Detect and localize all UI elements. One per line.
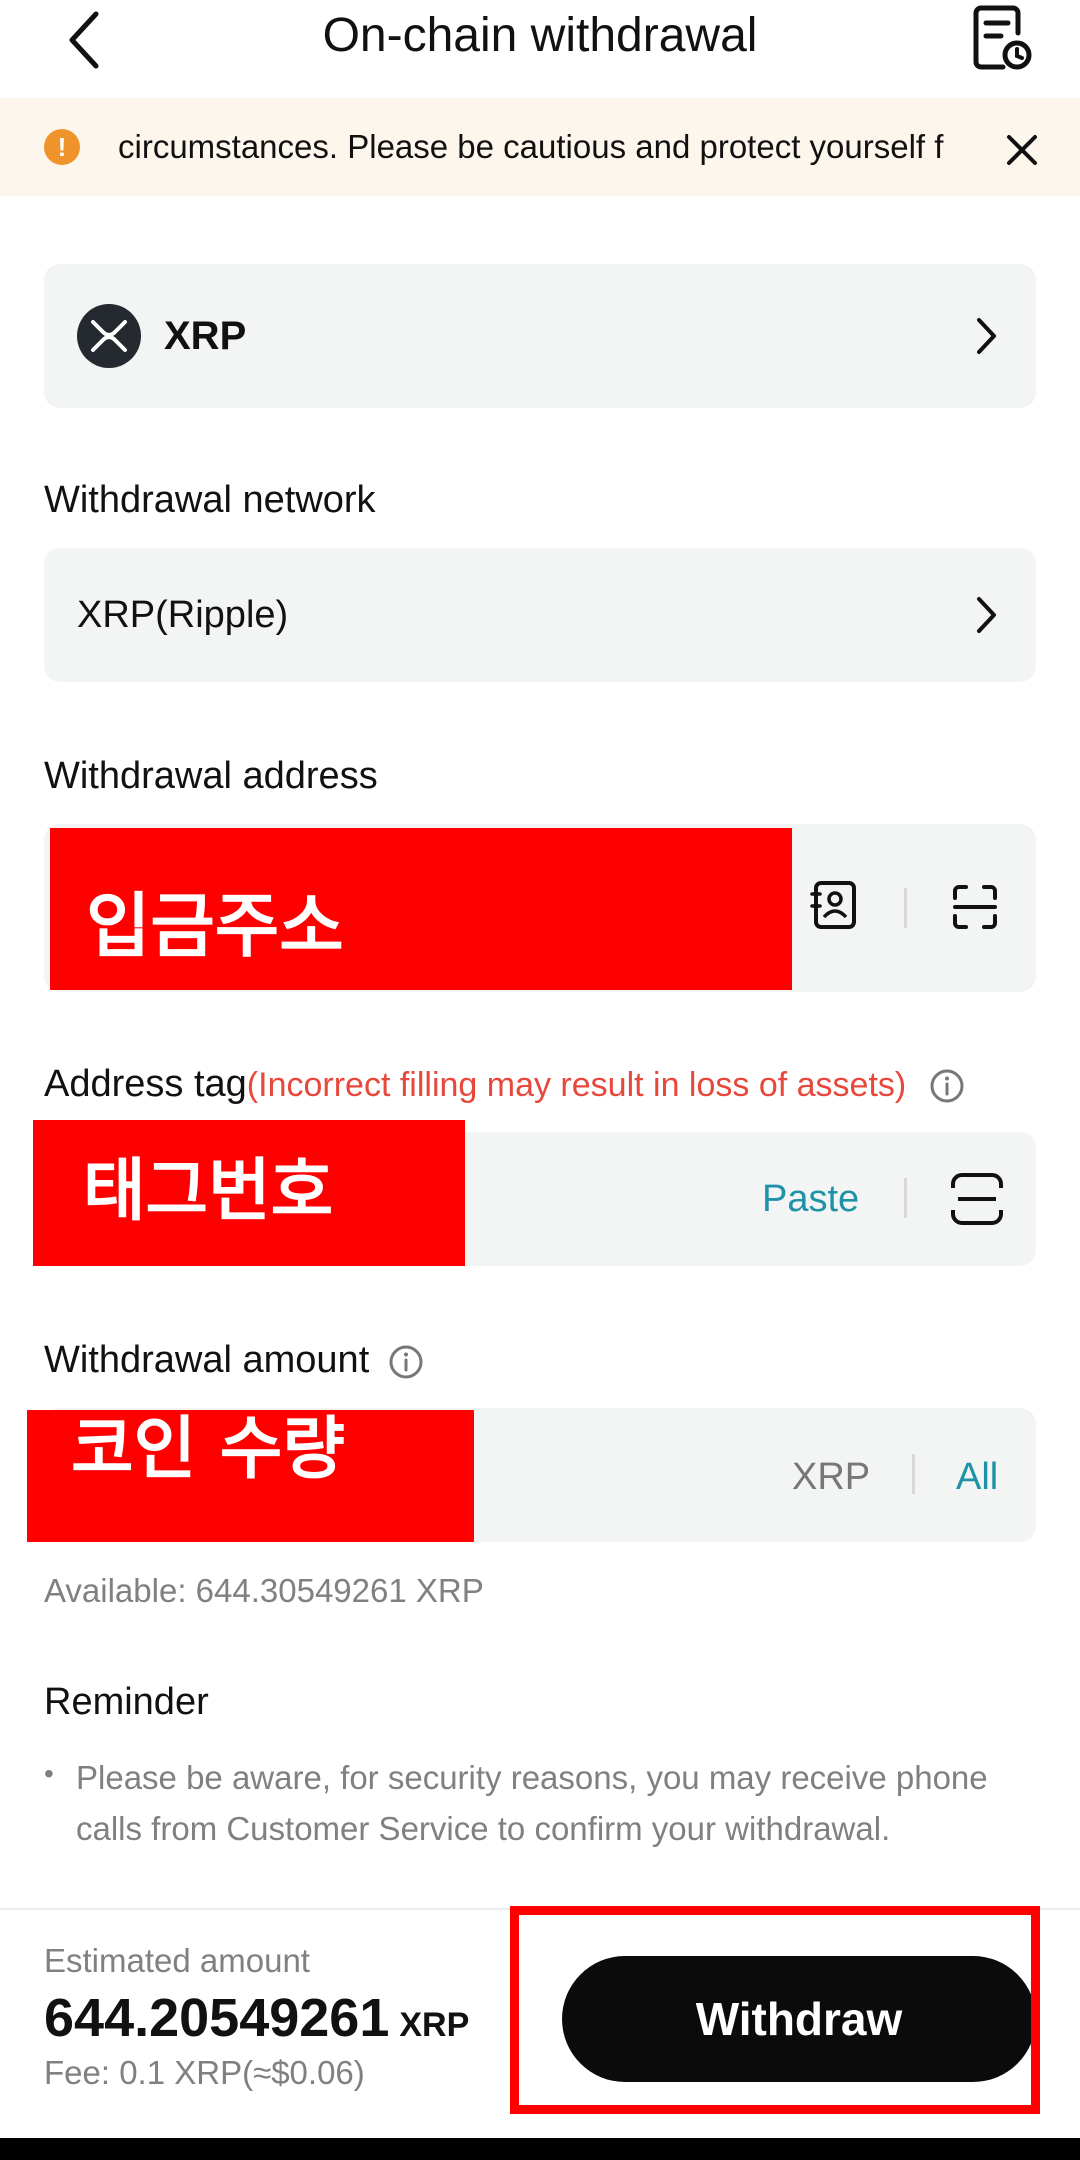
amount-overlay-text: 코인 수량	[71, 1410, 345, 1489]
tag-overlay-text: 태그번호	[83, 1152, 334, 1231]
network-value: XRP(Ripple)	[77, 594, 289, 636]
address-book-icon	[810, 881, 856, 929]
reminder-title: Reminder	[44, 1681, 209, 1723]
address-redaction-overlay: 입금주소	[50, 828, 792, 990]
estimated-amount-value: 644.20549261	[44, 1988, 390, 2048]
coin-selector[interactable]: XRP	[44, 264, 1036, 408]
fee-text: Fee: 0.1 XRP(≈$0.06)	[44, 2054, 365, 2091]
divider	[904, 888, 907, 928]
xrp-logo-icon	[77, 304, 141, 368]
highlight-frame	[510, 1906, 1040, 2114]
info-icon[interactable]	[388, 1344, 424, 1380]
close-icon	[1007, 135, 1037, 165]
warning-icon: !	[44, 129, 80, 165]
divider	[904, 1178, 907, 1218]
amount-label: Withdrawal amount	[44, 1336, 424, 1384]
document-clock-icon	[973, 5, 1032, 70]
address-book-button[interactable]	[810, 880, 858, 935]
amount-unit: XRP	[792, 1456, 871, 1498]
info-icon[interactable]	[929, 1068, 965, 1104]
scan-address-button[interactable]	[952, 884, 998, 935]
all-button[interactable]: All	[956, 1454, 998, 1500]
network-selector[interactable]: XRP(Ripple)	[44, 548, 1036, 682]
address-overlay-text: 입금주소	[86, 885, 344, 967]
address-tag-label: Address tag(Incorrect filling may result…	[44, 1060, 965, 1109]
close-banner-button[interactable]	[998, 126, 1046, 174]
divider	[912, 1454, 915, 1494]
available-balance: Available: 644.30549261 XRP	[44, 1572, 484, 1609]
address-label: Withdrawal address	[44, 755, 378, 797]
scan-icon	[950, 1173, 1004, 1225]
paste-button[interactable]: Paste	[762, 1176, 859, 1222]
estimated-amount-unit: XRP	[399, 2006, 470, 2044]
warning-banner: ! circumstances. Please be cautious and …	[0, 98, 1080, 196]
chevron-right-icon	[968, 593, 1004, 637]
coin-name: XRP	[164, 314, 247, 358]
page-title: On-chain withdrawal	[322, 9, 758, 62]
estimated-amount: 644.20549261 XRP	[44, 1988, 469, 2062]
tag-redaction-overlay: 태그번호	[33, 1120, 465, 1266]
header: On-chain withdrawal	[0, 0, 1080, 98]
reminder-list: Please be aware, for security reasons, y…	[44, 1748, 1034, 1854]
amount-redaction-overlay: 코인 수량	[27, 1410, 474, 1542]
warning-banner-text: circumstances. Please be cautious and pr…	[118, 128, 944, 165]
system-navigation-bar	[0, 2138, 1080, 2160]
network-label: Withdrawal network	[44, 479, 376, 521]
scan-tag-button[interactable]	[950, 1172, 1004, 1231]
withdrawal-history-button[interactable]	[966, 0, 1038, 76]
reminder-item: Please be aware, for security reasons, y…	[44, 1748, 1034, 1854]
estimated-amount-label: Estimated amount	[44, 1942, 310, 1979]
scan-icon	[953, 885, 997, 929]
address-tag-label-text: Address tag	[44, 1063, 247, 1105]
address-tag-warning: (Incorrect filling may result in loss of…	[246, 1066, 907, 1104]
amount-label-text: Withdrawal amount	[44, 1339, 370, 1381]
chevron-right-icon	[968, 314, 1004, 358]
